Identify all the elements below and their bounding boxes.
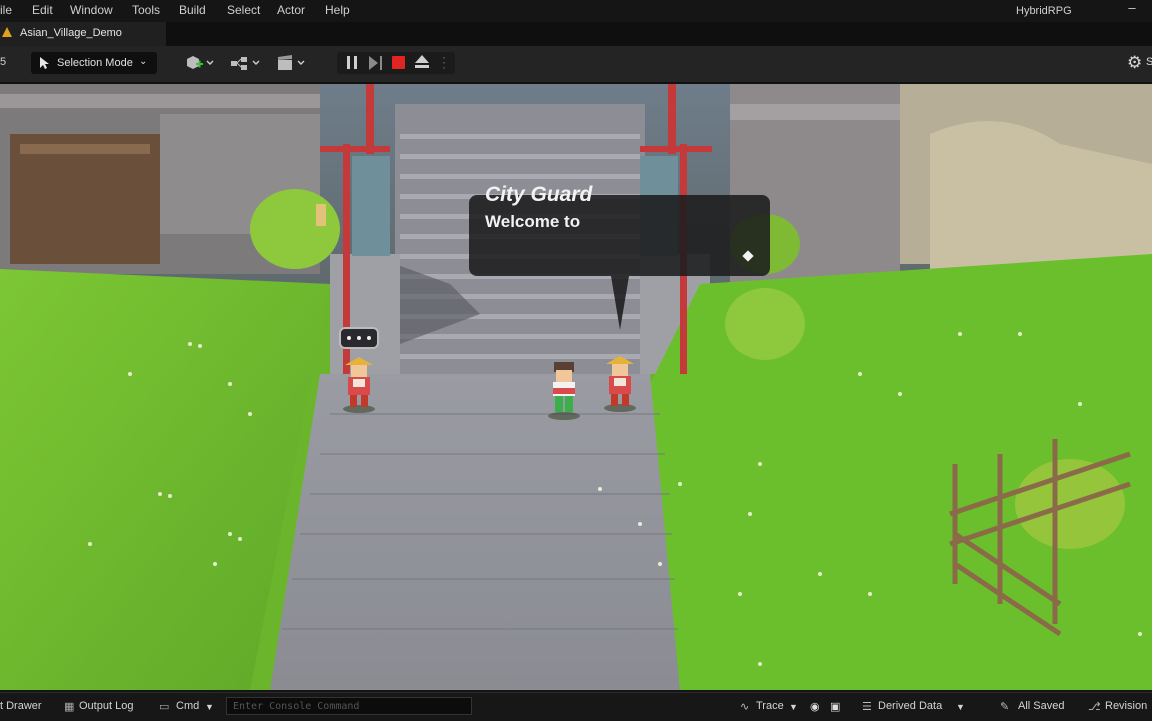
menu-help[interactable]: Help: [325, 3, 350, 17]
console-input[interactable]: Enter Console Command: [226, 697, 472, 715]
more-options-icon[interactable]: · · ·: [442, 51, 446, 73]
play-controls: · · ·: [337, 51, 455, 74]
revision-control-button[interactable]: Revision: [1105, 700, 1147, 712]
tab-row: Asian_Village_Demo: [0, 22, 1152, 46]
derived-data-chevron-icon[interactable]: ▼: [956, 702, 965, 712]
output-log-button[interactable]: Output Log: [79, 700, 133, 712]
menu-select[interactable]: Select: [227, 3, 260, 17]
derived-data-dropdown[interactable]: Derived Data: [878, 700, 942, 712]
level-icon: [2, 27, 12, 37]
gear-icon[interactable]: ⚙: [1127, 53, 1142, 73]
menu-build[interactable]: Build: [179, 3, 206, 17]
all-saved-button[interactable]: All Saved: [1018, 700, 1064, 712]
revision-icon: ⎇: [1088, 701, 1101, 713]
guard-left-sprite[interactable]: [339, 353, 379, 415]
trace-chevron-icon[interactable]: ▼: [789, 702, 798, 712]
content-drawer-button[interactable]: t Drawer: [0, 700, 42, 712]
speaker-name: City Guard: [485, 183, 593, 206]
city-guard-sprite[interactable]: [600, 352, 640, 414]
player-sprite[interactable]: [544, 358, 584, 422]
screenshot-icon[interactable]: ▣: [830, 700, 840, 713]
stop-icon[interactable]: [392, 56, 405, 69]
chevron-down-icon: ⌄: [139, 56, 148, 67]
save-icon: ✎: [1000, 701, 1010, 713]
status-bar: t Drawer ▦ Output Log ▭ Cmd ▼ Enter Cons…: [0, 692, 1152, 721]
eject-bar: [415, 65, 429, 68]
dialogue-tail: [611, 276, 629, 330]
pause-icon[interactable]: [347, 56, 357, 69]
dialogue-box[interactable]: City Guard Welcome to: [469, 183, 770, 276]
record-icon[interactable]: ◉: [810, 700, 820, 713]
select-arrow-icon: [40, 57, 49, 69]
dialogue-text: Welcome to: [485, 212, 581, 231]
output-log-icon: ▦: [64, 701, 75, 713]
cmd-dropdown[interactable]: Cmd: [176, 700, 199, 712]
menu-file[interactable]: ile: [0, 3, 12, 17]
cmd-chevron-icon[interactable]: ▼: [205, 702, 214, 712]
continue-indicator-icon[interactable]: [742, 250, 754, 262]
trace-icon: ∿: [740, 701, 750, 713]
game-viewport[interactable]: City Guard Welcome to: [0, 84, 1152, 690]
derived-data-icon: ☰: [862, 701, 872, 713]
cinematics-icon[interactable]: [276, 54, 308, 72]
tab-label: Asian_Village_Demo: [20, 27, 122, 39]
selection-mode-label: Selection Mode: [57, 57, 133, 69]
settings-label[interactable]: S: [1146, 56, 1152, 68]
trace-dropdown[interactable]: Trace: [756, 700, 784, 712]
talk-indicator-icon: [339, 327, 379, 349]
cmd-icon: ▭: [159, 701, 170, 713]
blueprint-icon[interactable]: [230, 54, 262, 72]
menu-edit[interactable]: Edit: [32, 3, 53, 17]
selection-mode-dropdown[interactable]: Selection Mode ⌄: [31, 52, 157, 74]
step-icon[interactable]: [369, 56, 378, 70]
menu-actor[interactable]: Actor: [277, 3, 305, 17]
menu-tools[interactable]: Tools: [132, 3, 160, 17]
tab-asian-village-demo[interactable]: Asian_Village_Demo: [0, 22, 166, 46]
menu-window[interactable]: Window: [70, 3, 113, 17]
add-actor-icon[interactable]: [185, 54, 215, 72]
main-toolbar: 5 Selection Mode ⌄ · · · ⚙ S: [0, 46, 1152, 84]
app-title: HybridRPG: [1016, 5, 1072, 17]
step-bar: [380, 56, 382, 70]
menu-bar: ile Edit Window Tools Build Select Actor…: [0, 0, 1152, 22]
toolbar-edge-text: 5: [0, 56, 7, 68]
eject-icon[interactable]: [415, 55, 429, 63]
minimize-button[interactable]: –: [1124, 0, 1140, 20]
